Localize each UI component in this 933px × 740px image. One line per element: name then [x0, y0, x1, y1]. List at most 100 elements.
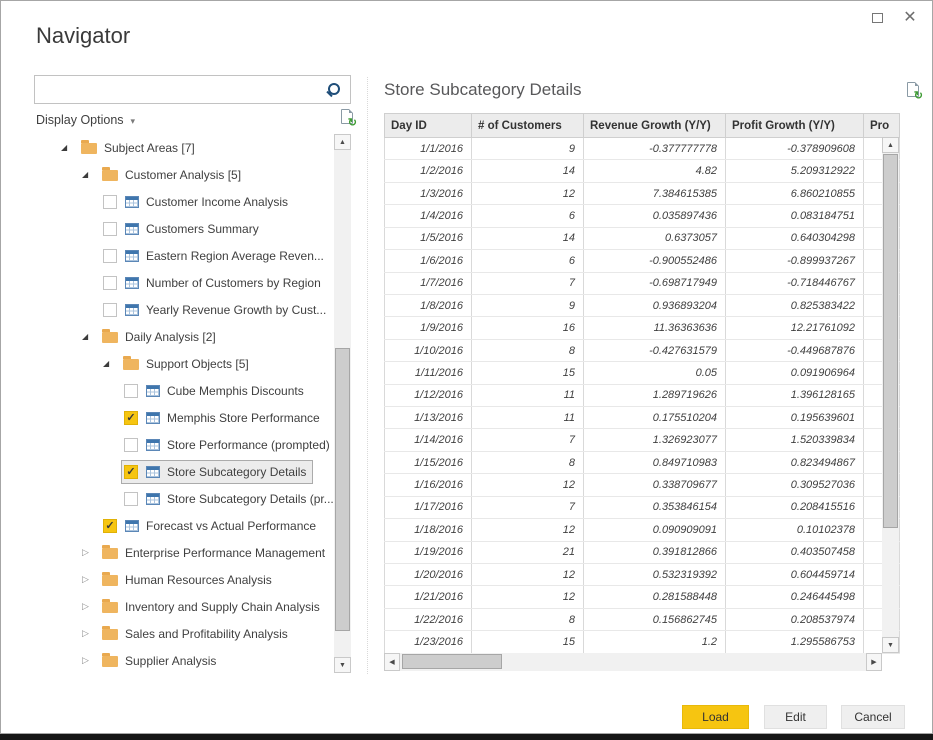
table-cell: 12 [472, 182, 584, 204]
folder-icon [81, 143, 97, 154]
cancel-button[interactable]: Cancel [841, 705, 905, 729]
table-cell: 1.2 [584, 631, 726, 653]
tree-indent [58, 174, 79, 175]
table-cell: 6.860210855 [726, 182, 864, 204]
tree-item[interactable]: Customers Summary [58, 215, 334, 242]
table-cell: 15 [472, 362, 584, 384]
table-cell: 0.083184751 [726, 205, 864, 227]
checkbox[interactable] [124, 438, 138, 452]
tree-item[interactable]: ▷ Inventory and Supply Chain Analysis [58, 593, 334, 620]
tree-item[interactable]: ✓ Forecast vs Actual Performance [58, 512, 334, 539]
scroll-down-button[interactable]: ▼ [334, 657, 351, 673]
tree-item[interactable]: Eastern Region Average Reven... [58, 242, 334, 269]
table-row: 1/18/2016120.0909090910.10102378 [385, 519, 900, 541]
table-cell: 0.05 [584, 362, 726, 384]
column-header: Profit Growth (Y/Y) [726, 114, 864, 138]
table-cell: 0.208415516 [726, 496, 864, 518]
scroll-right-button[interactable]: ▶ [866, 653, 882, 671]
table-cell: 0.338709677 [584, 474, 726, 496]
navigator-tree: ◢ Subject Areas [7] ◢ Customer Analysis … [34, 134, 334, 679]
tree-item-label: Enterprise Performance Management [125, 546, 325, 560]
table-hscroll-thumb[interactable] [402, 654, 502, 669]
collapse-icon[interactable]: ◢ [82, 332, 96, 341]
tree-item[interactable]: ▷ Human Resources Analysis [58, 566, 334, 593]
column-header: Day ID [385, 114, 472, 138]
table-cell: 1/15/2016 [385, 451, 472, 473]
expand-icon[interactable]: ▷ [82, 628, 96, 639]
expand-icon[interactable]: ▷ [82, 574, 96, 585]
checkbox[interactable] [124, 384, 138, 398]
tree-scrollbar[interactable]: ▲ ▼ [334, 134, 351, 673]
table-cell: 1/14/2016 [385, 429, 472, 451]
tree-scroll-thumb[interactable] [335, 348, 350, 631]
refresh-tree-icon[interactable] [341, 109, 353, 124]
checkbox[interactable] [103, 222, 117, 236]
expand-icon[interactable]: ▷ [82, 601, 96, 612]
tree-item[interactable]: ◢ Daily Analysis [2] [58, 323, 334, 350]
tree-indent [58, 525, 100, 526]
table-cell: -0.698717949 [584, 272, 726, 294]
checkbox[interactable] [103, 276, 117, 290]
tree-item[interactable]: Store Performance (prompted) [58, 431, 334, 458]
checkbox[interactable] [124, 492, 138, 506]
table-cell: 8 [472, 451, 584, 473]
checkbox[interactable]: ✓ [124, 465, 138, 479]
edit-button[interactable]: Edit [764, 705, 827, 729]
tree-item[interactable]: ▷ Supplier Analysis [58, 647, 334, 674]
tree-item[interactable]: Customer Income Analysis [58, 188, 334, 215]
tree-item[interactable]: ▷ Enterprise Performance Management [58, 539, 334, 566]
table-cell: 1.295586753 [726, 631, 864, 653]
tree-item-label: Forecast vs Actual Performance [146, 519, 316, 533]
tree-item[interactable]: Number of Customers by Region [58, 269, 334, 296]
tree-item[interactable]: ▷ Sales and Profitability Analysis [58, 620, 334, 647]
search-input[interactable] [35, 76, 326, 103]
scroll-up-button[interactable]: ▲ [334, 134, 351, 150]
collapse-icon[interactable]: ◢ [61, 143, 75, 152]
expand-icon[interactable]: ▷ [82, 547, 96, 558]
table-row: 1/20/2016120.5323193920.604459714 [385, 564, 900, 586]
tree-item[interactable]: Cube Memphis Discounts [58, 377, 334, 404]
checkbox[interactable] [103, 195, 117, 209]
checkbox[interactable] [103, 303, 117, 317]
table-scroll-thumb[interactable] [883, 154, 898, 528]
table-cell: -0.378909608 [726, 138, 864, 160]
table-cell: 1.289719626 [584, 384, 726, 406]
search-icon[interactable] [326, 82, 342, 98]
expand-icon[interactable]: ▷ [82, 655, 96, 666]
tree-item[interactable]: ✓ Memphis Store Performance [58, 404, 334, 431]
display-options[interactable]: Display Options ▾ [36, 107, 356, 133]
scroll-down-button[interactable]: ▼ [882, 637, 899, 653]
table-row: 1/1/20169-0.377777778-0.378909608 [385, 138, 900, 160]
table-icon [125, 277, 139, 289]
table-cell: 0.825383422 [726, 294, 864, 316]
collapse-icon[interactable]: ◢ [103, 359, 117, 368]
checkbox[interactable] [103, 249, 117, 263]
tree-item[interactable]: Yearly Revenue Growth by Cust... [58, 296, 334, 323]
table-cell: 6 [472, 250, 584, 272]
table-icon [125, 304, 139, 316]
tree-item[interactable]: Store Subcategory Details (pr... [58, 485, 334, 512]
tree-item[interactable]: ◢ Customer Analysis [5] [58, 161, 334, 188]
checkbox[interactable]: ✓ [124, 411, 138, 425]
close-button[interactable]: ✕ [900, 5, 920, 29]
table-scrollbar[interactable]: ▲ ▼ [882, 137, 899, 653]
tree-indent [58, 282, 100, 283]
load-button[interactable]: Load [682, 705, 749, 729]
column-header: # of Customers [472, 114, 584, 138]
table-hscrollbar[interactable]: ◀ ▶ [384, 653, 882, 671]
table-cell: -0.899937267 [726, 250, 864, 272]
collapse-icon[interactable]: ◢ [82, 170, 96, 179]
checkbox[interactable]: ✓ [103, 519, 117, 533]
scroll-left-button[interactable]: ◀ [384, 653, 400, 671]
refresh-preview-icon[interactable] [907, 82, 919, 97]
preview-title: Store Subcategory Details [384, 80, 582, 100]
tree-item[interactable]: ◢ Subject Areas [7] [58, 134, 334, 161]
tree-indent [58, 336, 79, 337]
table-cell: 9 [472, 138, 584, 160]
tree-item[interactable]: ✓ Store Subcategory Details [58, 458, 334, 485]
maximize-button[interactable] [868, 9, 886, 27]
display-options-button[interactable]: Display Options [36, 113, 124, 127]
scroll-up-button[interactable]: ▲ [882, 137, 899, 153]
tree-item[interactable]: ◢ Support Objects [5] [58, 350, 334, 377]
tree-item-label: Customer Analysis [5] [125, 168, 241, 182]
